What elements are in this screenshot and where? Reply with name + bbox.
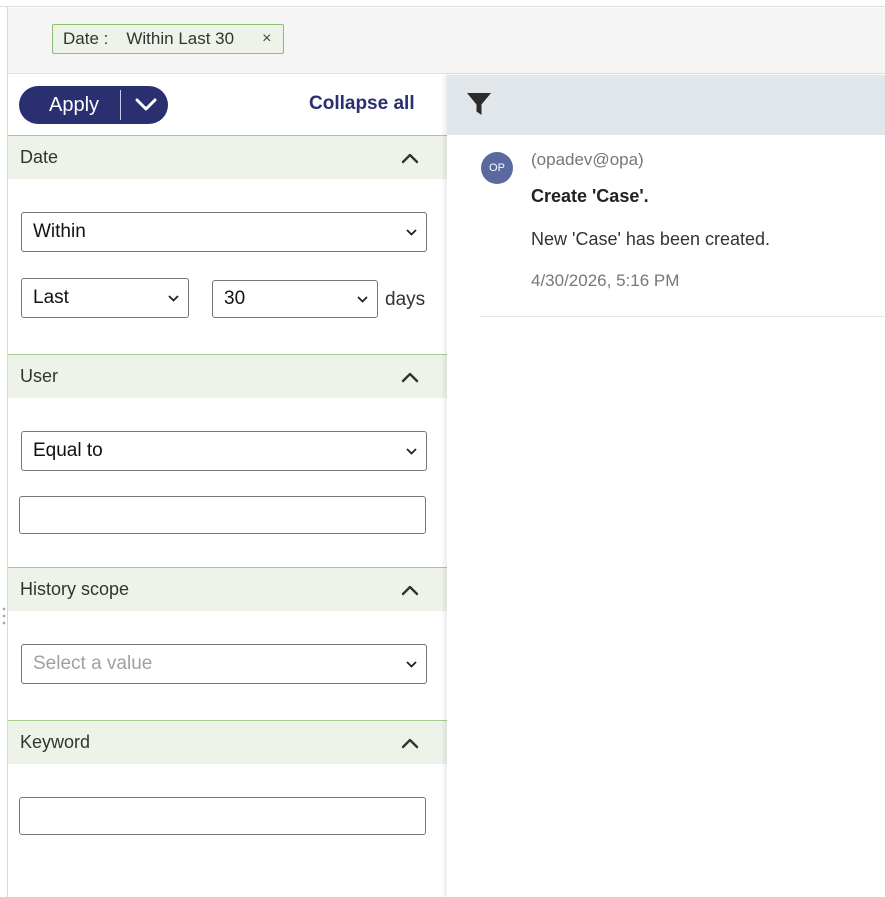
date-range-select[interactable]: Last — [21, 278, 189, 318]
select-value: Equal to — [33, 440, 103, 461]
active-filters-bar: Date : Within Last 30 × — [8, 8, 885, 74]
chevron-up-icon[interactable] — [401, 737, 419, 749]
section-header-keyword[interactable]: Keyword — [8, 720, 447, 764]
select-value: 30 — [224, 288, 246, 309]
history-toolbar — [447, 75, 885, 135]
date-operator-select[interactable]: Within — [21, 212, 427, 252]
apply-divider — [120, 90, 121, 120]
user-input[interactable] — [19, 496, 426, 534]
close-icon[interactable]: × — [262, 30, 271, 48]
chip-key: Date : — [63, 29, 109, 48]
filter-panel: Apply Collapse all Date Within Last 30 d… — [8, 75, 447, 897]
keyword-input[interactable] — [19, 797, 426, 835]
chevron-down-icon[interactable] — [135, 98, 157, 112]
apply-button[interactable]: Apply — [19, 86, 168, 124]
collapse-all-link[interactable]: Collapse all — [309, 93, 415, 115]
section-title: Keyword — [20, 732, 91, 752]
chevron-down-icon — [406, 660, 417, 668]
history-scope-select[interactable]: Select a value — [21, 644, 427, 684]
section-title: Date — [20, 147, 59, 167]
apply-label: Apply — [49, 93, 100, 116]
section-header-history-scope[interactable]: History scope — [8, 567, 447, 611]
days-label: days — [385, 289, 426, 310]
entry-timestamp: 4/30/2026, 5:16 PM — [531, 271, 680, 290]
section-title: History scope — [20, 579, 130, 599]
user-operator-select[interactable]: Equal to — [21, 431, 427, 471]
chevron-up-icon[interactable] — [401, 584, 419, 596]
select-value: Last — [33, 287, 69, 308]
chip-value: Within Last 30 — [126, 29, 235, 48]
chevron-down-icon — [168, 294, 179, 302]
top-border — [0, 0, 885, 7]
entry-title: Create 'Case'. — [531, 186, 649, 206]
entry-user: (opadev@opa) — [531, 150, 644, 169]
date-amount-select[interactable]: 30 — [212, 280, 378, 318]
chevron-down-icon — [406, 447, 417, 455]
entry-description: New 'Case' has been created. — [531, 229, 771, 249]
section-title: User — [20, 366, 59, 386]
entry-divider — [480, 316, 885, 317]
chevron-up-icon[interactable] — [401, 371, 419, 383]
avatar: OP — [481, 152, 513, 184]
date-filter-chip: Date : Within Last 30 × — [52, 24, 285, 54]
filter-icon[interactable] — [466, 92, 492, 116]
section-header-date[interactable]: Date — [8, 135, 447, 179]
resize-handle[interactable] — [2, 606, 6, 626]
select-value: Within — [33, 221, 86, 242]
section-header-user[interactable]: User — [8, 354, 447, 398]
chevron-up-icon[interactable] — [401, 152, 419, 164]
chevron-down-icon — [357, 295, 368, 303]
chevron-down-icon — [406, 228, 417, 236]
history-panel: OP (opadev@opa) Create 'Case'. New 'Case… — [447, 75, 885, 897]
select-placeholder: Select a value — [33, 653, 153, 674]
